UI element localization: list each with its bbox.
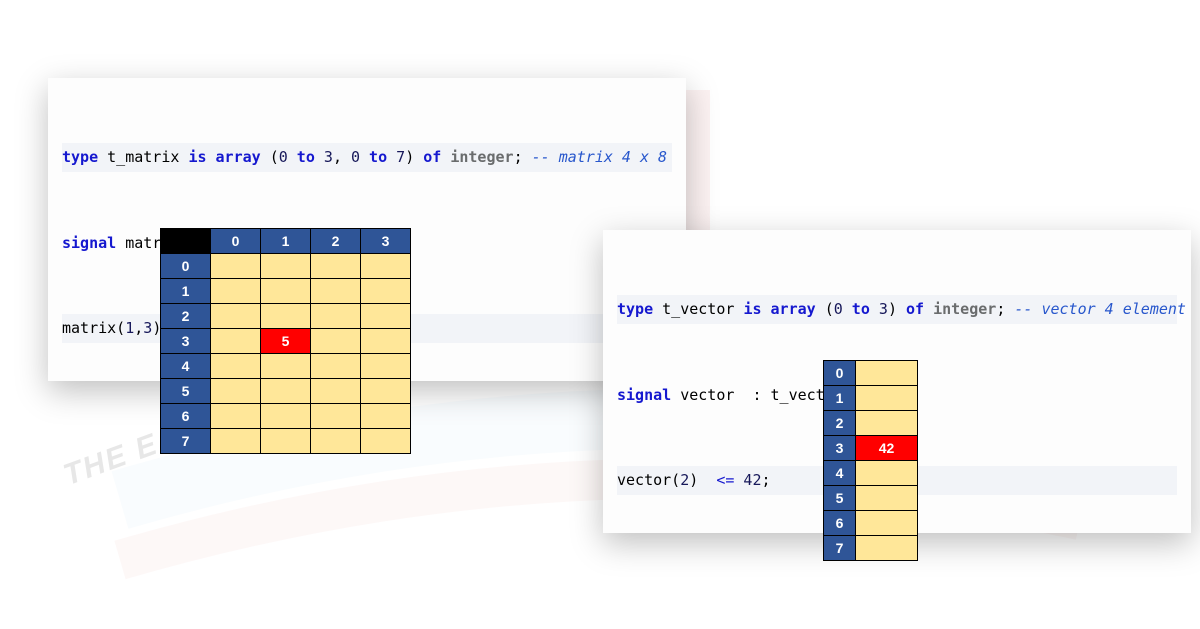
vector-cell (856, 386, 918, 411)
matrix-cell (261, 279, 311, 304)
matrix-col-header: 2 (311, 229, 361, 254)
matrix-cell (311, 254, 361, 279)
matrix-corner (161, 229, 211, 254)
matrix-row-header: 5 (161, 379, 211, 404)
matrix-row-header: 7 (161, 429, 211, 454)
matrix-cell (261, 354, 311, 379)
matrix-cell (261, 379, 311, 404)
vector-row-header: 4 (824, 461, 856, 486)
vector-cell (856, 511, 918, 536)
matrix-cell (261, 304, 311, 329)
matrix-cell (311, 304, 361, 329)
vector-row-header: 2 (824, 411, 856, 436)
vector-row-header: 6 (824, 511, 856, 536)
matrix-cell (211, 379, 261, 404)
vector-cell (856, 411, 918, 436)
code-line: type t_matrix is array (0 to 3, 0 to 7) … (62, 143, 672, 172)
matrix-cell: 5 (261, 329, 311, 354)
matrix-cell (261, 429, 311, 454)
matrix-cell (361, 329, 411, 354)
matrix-row-header: 3 (161, 329, 211, 354)
matrix-cell (361, 354, 411, 379)
matrix-row-header: 2 (161, 304, 211, 329)
matrix-cell (261, 404, 311, 429)
matrix-cell (361, 379, 411, 404)
matrix-cell (361, 254, 411, 279)
matrix-cell (211, 254, 261, 279)
vector-row-header: 1 (824, 386, 856, 411)
vector-row-header: 0 (824, 361, 856, 386)
matrix-cell (211, 304, 261, 329)
matrix-table: 0123012354567 (160, 228, 411, 454)
matrix-cell (211, 329, 261, 354)
matrix-cell (211, 404, 261, 429)
code-line: type t_vector is array (0 to 3) of integ… (617, 295, 1177, 324)
matrix-col-header: 0 (211, 229, 261, 254)
matrix-cell (261, 254, 311, 279)
matrix-cell (361, 429, 411, 454)
matrix-row-header: 1 (161, 279, 211, 304)
matrix-row-header: 4 (161, 354, 211, 379)
matrix-cell (311, 379, 361, 404)
vector-cell (856, 361, 918, 386)
matrix-cell (361, 279, 411, 304)
matrix-col-header: 3 (361, 229, 411, 254)
matrix-row-header: 6 (161, 404, 211, 429)
matrix-row-header: 0 (161, 254, 211, 279)
matrix-cell (311, 404, 361, 429)
matrix-cell (311, 329, 361, 354)
matrix-cell (361, 304, 411, 329)
vector-row-header: 5 (824, 486, 856, 511)
vector-cell (856, 486, 918, 511)
matrix-cell (211, 279, 261, 304)
matrix-cell (311, 279, 361, 304)
matrix-cell (311, 429, 361, 454)
matrix-cell (211, 354, 261, 379)
vector-table: 0123424567 (823, 360, 918, 561)
vector-cell (856, 536, 918, 561)
matrix-cell (311, 354, 361, 379)
vector-cell: 42 (856, 436, 918, 461)
matrix-col-header: 1 (261, 229, 311, 254)
matrix-cell (211, 429, 261, 454)
vector-row-header: 3 (824, 436, 856, 461)
vector-row-header: 7 (824, 536, 856, 561)
matrix-cell (361, 404, 411, 429)
vector-cell (856, 461, 918, 486)
